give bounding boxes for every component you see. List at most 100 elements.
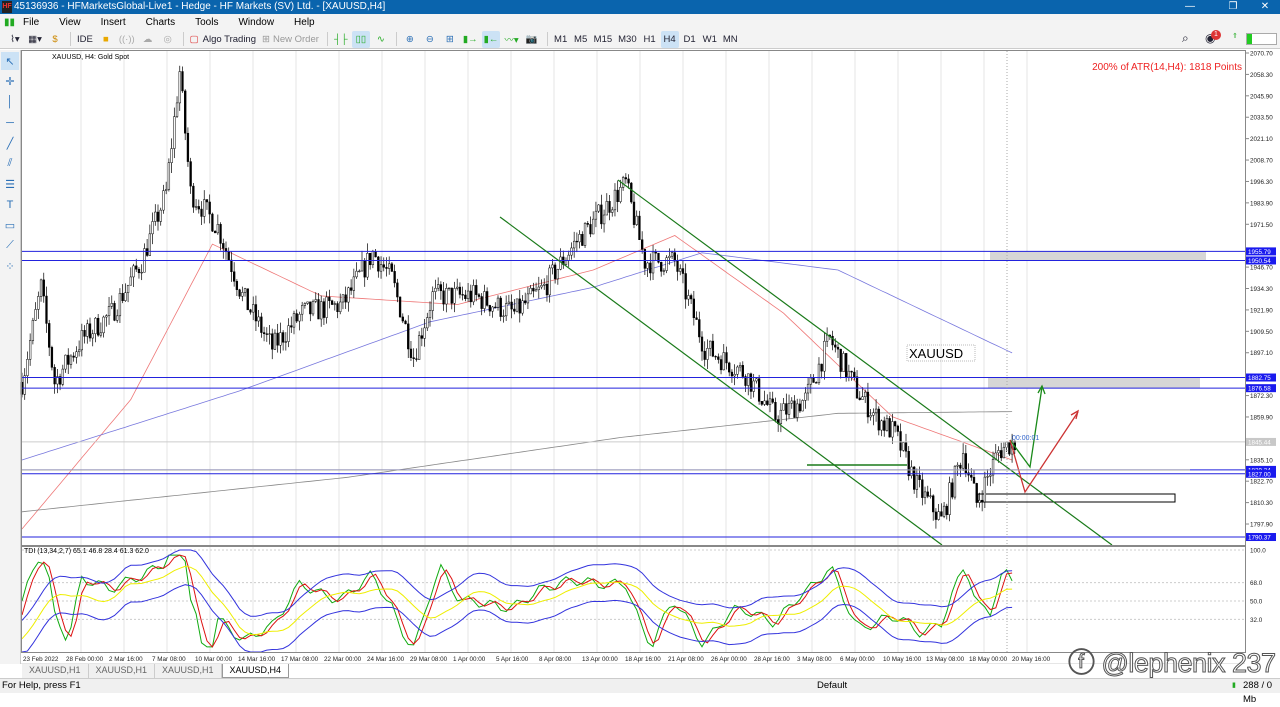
price-tick-label: 1859.90	[1250, 414, 1273, 421]
candle-body	[67, 354, 70, 365]
candle-body	[72, 355, 75, 358]
candle-body	[238, 289, 241, 297]
ide-button[interactable]: IDE	[75, 31, 95, 48]
vps-icon[interactable]: ◎	[159, 31, 177, 48]
time-label: 5 Apr 16:00	[496, 656, 529, 663]
zoom-in-icon[interactable]: ⊕	[401, 31, 419, 48]
candle-body	[58, 376, 62, 385]
candlestick-icon[interactable]: ▯▯	[351, 30, 370, 48]
tf-m30[interactable]: M30	[616, 31, 638, 48]
candle-body	[61, 368, 64, 385]
market-icon[interactable]: $	[46, 31, 64, 48]
bar-chart-icon[interactable]: ┤├	[332, 31, 350, 48]
tab-xauusd-h1[interactable]: XAUUSD,H1	[155, 664, 222, 678]
horizontal-levels: 1955.79 1950.54 1882.75 1876.58 1829.241827.…	[22, 51, 1276, 652]
trendline-icon[interactable]: ╱	[1, 134, 19, 152]
horizontal-line-icon[interactable]: ─	[1, 114, 19, 132]
text-icon[interactable]: T	[1, 196, 19, 214]
profiles-icon[interactable]: ▦▾	[26, 31, 44, 48]
objects-icon[interactable]: ⁘	[1, 257, 19, 275]
candle-body	[597, 204, 600, 212]
candle-body	[360, 260, 364, 272]
restore-button[interactable]: ❐	[1218, 0, 1248, 14]
tab-xauusd-h1[interactable]: XAUUSD,H1	[88, 664, 156, 678]
menu-insert[interactable]: Insert	[101, 17, 126, 28]
tf-w1[interactable]: W1	[701, 31, 719, 48]
line-chart-icon[interactable]: ∿	[372, 31, 390, 48]
fibonacci-icon[interactable]: ☰	[1, 175, 19, 193]
menu-tools[interactable]: Tools	[195, 17, 218, 28]
new-chart-icon[interactable]: ⌇▾	[6, 31, 24, 48]
minimize-button[interactable]: —	[1175, 0, 1205, 14]
candle-body	[502, 315, 505, 317]
close-button[interactable]: ✕	[1250, 0, 1280, 14]
menu-view[interactable]: View	[59, 17, 81, 28]
price-chart[interactable]: 1955.79 1950.54 1882.75 1876.58 1829.241827.…	[0, 0, 1280, 664]
signal-icon[interactable]: ((·))	[117, 31, 137, 48]
gann-icon[interactable]: ⟋	[1, 237, 19, 255]
candle-body	[586, 223, 589, 225]
shapes-icon[interactable]: ▭	[1, 216, 19, 234]
candle-body	[635, 215, 638, 225]
menu-help[interactable]: Help	[294, 17, 315, 28]
candle-body	[798, 403, 802, 412]
tile-windows-icon[interactable]: ⊞	[441, 31, 459, 48]
auto-scroll-icon[interactable]: ▮→	[461, 31, 480, 48]
new-order-button[interactable]: ⊞ New Order	[260, 31, 321, 48]
candle-body	[113, 303, 116, 321]
menu-charts[interactable]: Charts	[146, 17, 175, 28]
chart-shift-icon[interactable]: ▮←	[481, 30, 501, 48]
tf-h1[interactable]: H1	[641, 31, 659, 48]
crosshair-icon[interactable]: ✛	[1, 73, 19, 91]
tf-m1[interactable]: M1	[552, 31, 570, 48]
tf-d1[interactable]: D1	[681, 31, 699, 48]
tf-h4[interactable]: H4	[660, 30, 679, 48]
time-label: 10 May 16:00	[883, 656, 922, 663]
candle-body	[564, 260, 568, 265]
xauusd-object-label[interactable]: XAUUSD	[909, 346, 963, 361]
shopping-bag-icon[interactable]: ■	[97, 31, 115, 48]
menu-window[interactable]: Window	[238, 17, 274, 28]
candle-body	[662, 270, 666, 272]
candle-body	[213, 230, 217, 234]
price-tick-label: 1909.50	[1250, 329, 1273, 336]
tab-xauusd-h4[interactable]: XAUUSD,H4	[221, 664, 290, 678]
search-icon[interactable]: ⌕	[1182, 31, 1189, 46]
cursor-icon[interactable]: ↖	[1, 52, 19, 70]
candle-body	[877, 408, 880, 431]
candle-body	[594, 210, 598, 220]
chart-menu-icon[interactable]: ▮▮	[4, 17, 15, 28]
candle-body	[613, 189, 617, 211]
candle-body	[981, 499, 984, 503]
cloud-icon[interactable]: ☁	[139, 31, 157, 48]
candle-body	[94, 317, 97, 335]
candle-body	[311, 301, 315, 315]
candle-body	[684, 273, 687, 300]
candle-body	[132, 265, 135, 278]
channel-icon[interactable]: ⫽	[1, 155, 19, 173]
tf-m15[interactable]: M15	[592, 31, 614, 48]
candle-body	[760, 401, 763, 405]
candle-body	[477, 294, 481, 297]
screenshot-icon[interactable]: 📷	[523, 31, 541, 48]
candle-body	[972, 477, 976, 484]
algo-trading-button[interactable]: ▢ Algo Trading	[188, 31, 258, 48]
level-price-tag	[1246, 247, 1276, 256]
tab-xauusd-h1[interactable]: XAUUSD,H1	[22, 664, 89, 678]
candle-body	[869, 415, 872, 418]
candle-body	[932, 495, 935, 513]
indicators-icon[interactable]: 〰▾	[502, 31, 520, 48]
candle-body	[224, 248, 228, 253]
zoom-out-icon[interactable]: ⊖	[421, 31, 439, 48]
candle-body	[252, 304, 255, 313]
vertical-line-icon[interactable]: │	[1, 93, 19, 111]
tf-mn[interactable]: MN	[721, 31, 740, 48]
menu-file[interactable]: File	[23, 17, 39, 28]
candle-body	[581, 234, 584, 246]
candle-body	[431, 291, 434, 311]
candle-body	[602, 214, 606, 225]
time-label: 13 May 08:00	[926, 656, 965, 663]
candle-body	[537, 286, 540, 290]
tf-m5[interactable]: M5	[572, 31, 590, 48]
candle-body	[757, 378, 761, 402]
